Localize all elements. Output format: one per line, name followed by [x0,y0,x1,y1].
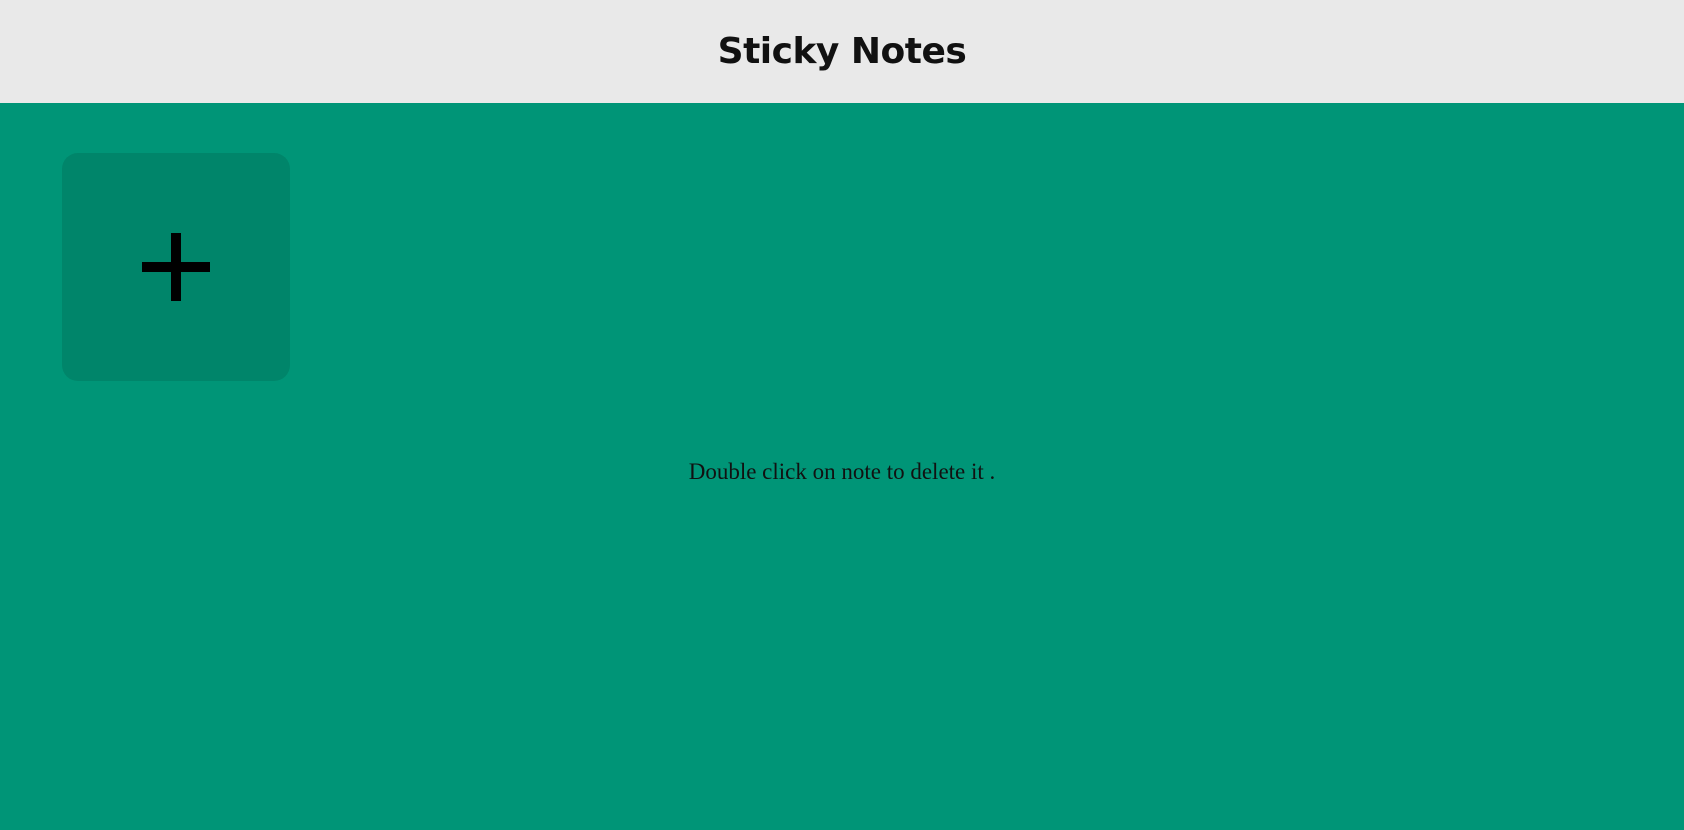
plus-icon [142,233,210,301]
notes-area: Double click on note to delete it . [0,103,1684,830]
delete-hint-text: Double click on note to delete it . [688,459,996,484]
add-note-button[interactable] [62,153,290,381]
page-title: Sticky Notes [717,31,967,72]
header-bar: Sticky Notes [0,0,1684,103]
